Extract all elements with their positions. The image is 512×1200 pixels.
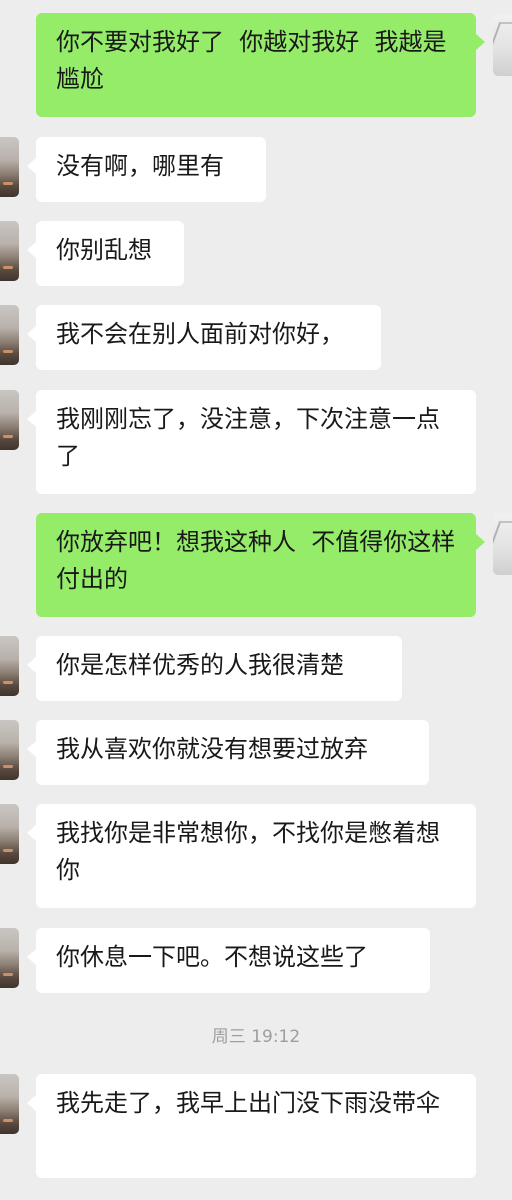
- message-bubble-incoming[interactable]: 你别乱想: [27, 221, 184, 286]
- message-bubble-incoming[interactable]: 我不会在别人面前对你好，: [27, 305, 381, 370]
- avatar-self[interactable]: [493, 513, 512, 575]
- avatar-self[interactable]: [493, 14, 512, 76]
- message-bubble-incoming[interactable]: 我先走了，我早上出门没下雨没带伞: [27, 1074, 476, 1178]
- message-bubble-incoming[interactable]: 我刚刚忘了，没注意，下次注意一点了: [27, 390, 476, 494]
- avatar-contact[interactable]: [0, 636, 19, 696]
- avatar-contact[interactable]: [0, 804, 19, 864]
- avatar-contact[interactable]: [0, 221, 19, 281]
- avatar-contact[interactable]: [0, 720, 19, 780]
- message-bubble-incoming[interactable]: 我从喜欢你就没有想要过放弃: [27, 720, 429, 785]
- message-bubble-incoming[interactable]: 没有啊，哪里有: [27, 137, 266, 202]
- message-bubble-incoming[interactable]: 你是怎样优秀的人我很清楚: [27, 636, 402, 701]
- avatar-contact[interactable]: [0, 1074, 19, 1134]
- message-bubble-incoming[interactable]: 我找你是非常想你，不找你是憋着想你: [27, 804, 476, 908]
- avatar-contact[interactable]: [0, 390, 19, 450]
- message-bubble-outgoing[interactable]: 你放弃吧！想我这种人 不值得你这样付出的: [36, 513, 485, 617]
- avatar-contact[interactable]: [0, 928, 19, 988]
- avatar-contact[interactable]: [0, 305, 19, 365]
- message-bubble-outgoing[interactable]: 你不要对我好了 你越对我好 我越是尴尬: [36, 13, 485, 117]
- avatar-contact[interactable]: [0, 137, 19, 197]
- message-bubble-incoming[interactable]: 你休息一下吧。不想说这些了: [27, 928, 430, 993]
- timestamp-divider: 周三 19:12: [211, 1027, 301, 1047]
